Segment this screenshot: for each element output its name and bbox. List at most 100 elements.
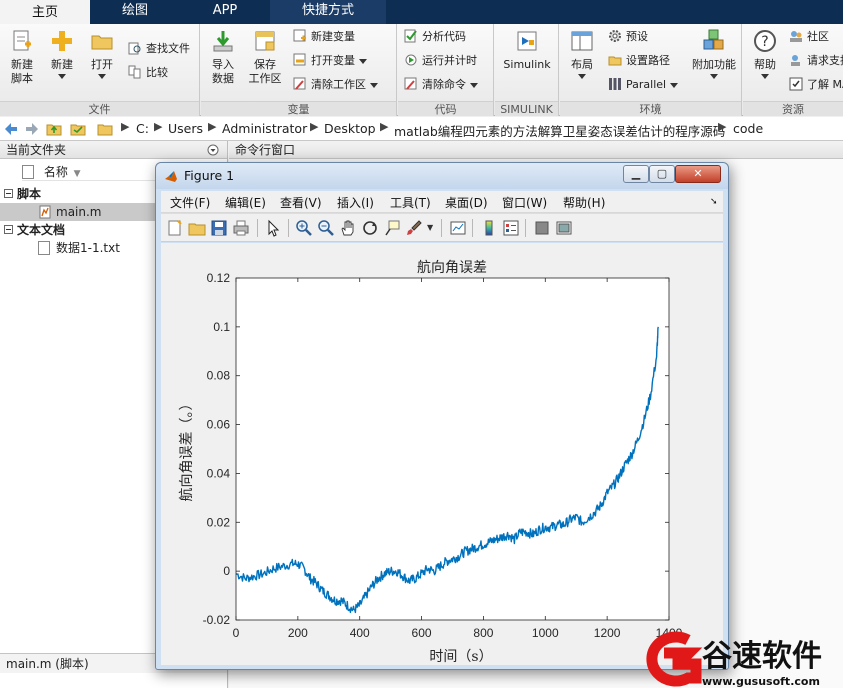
show-plot-tools-icon[interactable]	[555, 219, 573, 237]
minimize-button[interactable]: ▁	[623, 165, 649, 183]
menu-window[interactable]: 窗口(W)	[502, 194, 547, 211]
brush-dropdown-icon[interactable]: ▼	[427, 223, 433, 232]
open-variable-button[interactable]: 打开变量	[293, 52, 367, 70]
collapse-icon[interactable]	[4, 225, 13, 234]
back-arrow-icon[interactable]	[3, 121, 19, 137]
breadcrumb-users[interactable]: Users	[168, 121, 203, 136]
menu-edit[interactable]: 编辑(E)	[225, 194, 266, 211]
save-workspace-label-2: 工作区	[248, 72, 282, 85]
maximize-button[interactable]: ▢	[649, 165, 675, 183]
menu-insert[interactable]: 插入(I)	[337, 194, 374, 211]
open-file-icon[interactable]	[188, 219, 206, 237]
learn-matlab-label: 了解 MATLAB	[807, 78, 843, 91]
colorbar-icon[interactable]	[480, 219, 498, 237]
community-icon	[790, 31, 802, 42]
new-variable-button[interactable]: 新建变量	[293, 28, 355, 46]
browse-folder-icon[interactable]	[70, 121, 86, 137]
addons-label: 附加功能	[692, 58, 736, 71]
plot-svg[interactable]: 0 200 400 600 800 1000 1200 1400-0.0200.020.040…	[161, 243, 723, 665]
new-button[interactable]: 新建	[40, 28, 84, 79]
new-script-button[interactable]: 新建 脚本	[0, 28, 44, 86]
request-support-button[interactable]: 请求支持	[789, 52, 843, 70]
learn-matlab-button[interactable]: 了解 MATLAB	[789, 76, 843, 94]
addons-dropdown-icon[interactable]	[710, 74, 718, 79]
tab-plots[interactable]: 绘图	[90, 0, 180, 24]
layout-button[interactable]: 布局	[560, 28, 604, 79]
open-button[interactable]: 打开	[80, 28, 124, 79]
addons-button[interactable]: 附加功能	[686, 28, 742, 79]
print-icon[interactable]	[232, 219, 250, 237]
path-separator-icon: ▶	[718, 120, 727, 133]
zoom-in-icon[interactable]	[295, 219, 313, 237]
panel-actions-icon[interactable]	[207, 144, 219, 156]
open-dropdown-icon[interactable]	[98, 74, 106, 79]
brush-icon[interactable]	[405, 219, 423, 237]
save-workspace-button[interactable]: 保存 工作区	[243, 28, 287, 86]
new-dropdown-icon[interactable]	[58, 74, 66, 79]
zoom-out-icon[interactable]	[317, 219, 335, 237]
analyze-code-button[interactable]: 分析代码	[404, 28, 466, 46]
group-scripts[interactable]: 脚本	[4, 185, 41, 203]
help-dropdown-icon[interactable]	[761, 74, 769, 79]
toolbar-separator	[441, 219, 442, 237]
pointer-icon[interactable]	[264, 219, 282, 237]
preferences-button[interactable]: 预设	[608, 28, 648, 46]
set-path-button[interactable]: 设置路径	[608, 52, 670, 70]
menu-help[interactable]: 帮助(H)	[563, 194, 605, 211]
hide-plot-tools-icon[interactable]	[533, 219, 551, 237]
set-path-label: 设置路径	[626, 54, 670, 67]
new-label: 新建	[51, 58, 73, 71]
simulink-icon	[517, 31, 537, 51]
run-and-time-button[interactable]: 运行并计时	[404, 52, 477, 70]
forward-arrow-icon[interactable]	[24, 121, 40, 137]
help-button[interactable]: ? 帮助	[743, 28, 787, 79]
environment-group-label: 环境	[560, 101, 741, 116]
collapse-icon[interactable]	[4, 189, 13, 198]
save-workspace-label-1: 保存	[254, 58, 276, 71]
x-axis-label: 时间（s）	[429, 649, 492, 665]
up-folder-icon[interactable]	[46, 121, 62, 137]
close-button[interactable]: ✕	[675, 165, 721, 183]
data-cursor-icon[interactable]	[383, 219, 401, 237]
breadcrumb-desktop[interactable]: Desktop	[324, 121, 376, 136]
toolbar-separator	[525, 219, 526, 237]
legend-icon[interactable]	[502, 219, 520, 237]
simulink-button[interactable]: Simulink	[495, 28, 559, 72]
pan-hand-icon[interactable]	[339, 219, 357, 237]
clear-workspace-button[interactable]: 清除工作区	[293, 76, 378, 94]
breadcrumb-project-folder[interactable]: matlab编程四元素的方法解算卫星姿态误差估计的程序源码	[394, 121, 725, 140]
tab-shortcuts[interactable]: 快捷方式	[270, 0, 386, 24]
breadcrumb-drive[interactable]: C:	[136, 121, 149, 136]
clear-workspace-dropdown-icon[interactable]	[370, 82, 378, 88]
menu-desktop[interactable]: 桌面(D)	[445, 194, 488, 211]
layout-dropdown-icon[interactable]	[578, 74, 586, 79]
import-data-button[interactable]: 导入 数据	[201, 28, 245, 86]
group-text-documents[interactable]: 文本文档	[4, 221, 65, 239]
parallel-dropdown-icon[interactable]	[670, 82, 679, 88]
save-icon[interactable]	[210, 219, 228, 237]
compare-button[interactable]: 比较	[128, 64, 168, 82]
figure-title-bar[interactable]: Figure 1 ▁ ▢ ✕	[156, 163, 728, 189]
menu-overflow-icon[interactable]: ➘	[710, 197, 718, 207]
breadcrumb-code[interactable]: code	[733, 121, 763, 136]
tab-apps[interactable]: APP	[180, 0, 270, 24]
community-button[interactable]: 社区	[789, 28, 829, 46]
menu-file[interactable]: 文件(F)	[170, 194, 210, 211]
find-files-button[interactable]: 查找文件	[128, 40, 190, 58]
path-separator-icon: ▶	[208, 120, 217, 133]
open-variable-dropdown-icon[interactable]	[359, 58, 367, 64]
rotate-3d-icon[interactable]	[361, 219, 379, 237]
maximize-icon: ▢	[656, 167, 668, 180]
link-plot-icon[interactable]	[449, 219, 467, 237]
menu-tools[interactable]: 工具(T)	[390, 194, 431, 211]
menu-view[interactable]: 查看(V)	[280, 194, 322, 211]
clear-commands-button[interactable]: 清除命令	[404, 76, 478, 94]
file-item-data-txt[interactable]: 数据1-1.txt	[38, 239, 120, 257]
breadcrumb-administrator[interactable]: Administrator	[222, 121, 307, 136]
parallel-button[interactable]: Parallel	[608, 76, 679, 94]
figure-menu-bar: 文件(F) 编辑(E) 查看(V) 插入(I) 工具(T) 桌面(D) 窗口(W…	[161, 191, 723, 213]
new-figure-icon[interactable]	[166, 219, 184, 237]
clear-commands-dropdown-icon[interactable]	[470, 82, 478, 88]
tab-home[interactable]: 主页	[0, 0, 90, 24]
text-file-icon	[38, 241, 50, 255]
